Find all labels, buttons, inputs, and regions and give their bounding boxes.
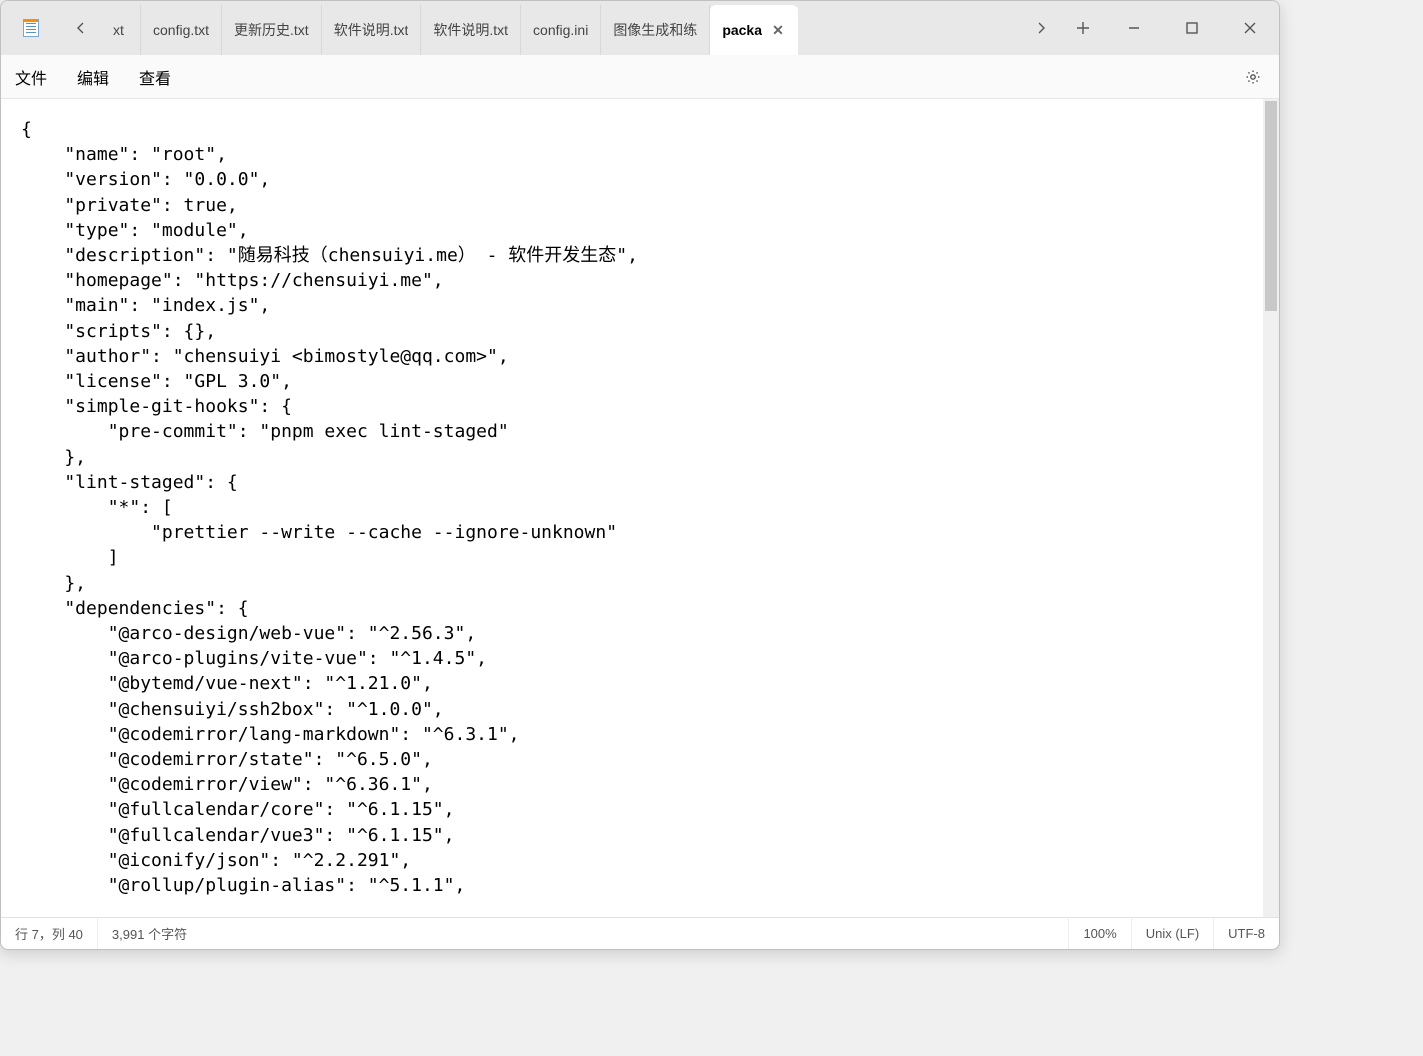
tab-label: 更新历史.txt: [234, 20, 309, 40]
tab-scroll-right[interactable]: [1021, 1, 1061, 55]
chevron-left-icon: [73, 20, 89, 36]
tab-item[interactable]: 更新历史.txt: [222, 5, 322, 55]
new-tab-button[interactable]: [1061, 1, 1105, 55]
close-icon: [1242, 20, 1258, 36]
status-chars[interactable]: 3,991 个字符: [98, 918, 201, 949]
tab-item-active[interactable]: packa ✕: [710, 5, 798, 55]
status-zoom[interactable]: 100%: [1068, 918, 1131, 949]
tab-label: 软件说明.txt: [334, 20, 409, 40]
tab-item[interactable]: 软件说明.txt: [421, 5, 521, 55]
app-icon: [1, 1, 61, 55]
chevron-right-icon: [1033, 20, 1049, 36]
tab-item[interactable]: config.ini: [521, 5, 601, 55]
tab-scroll-left[interactable]: [61, 1, 101, 55]
tab-strip: xt config.txt 更新历史.txt 软件说明.txt 软件说明.txt…: [101, 1, 1021, 55]
tab-label: 软件说明.txt: [433, 20, 508, 40]
tab-item[interactable]: 图像生成和练: [601, 5, 710, 55]
editor-area: { "name": "root", "version": "0.0.0", "p…: [1, 99, 1279, 917]
maximize-icon: [1184, 20, 1200, 36]
menubar: 文件 编辑 查看: [1, 55, 1279, 99]
settings-button[interactable]: [1241, 69, 1265, 85]
status-eol[interactable]: Unix (LF): [1132, 918, 1214, 949]
scrollbar-thumb[interactable]: [1265, 101, 1277, 311]
menu-edit[interactable]: 编辑: [77, 65, 109, 89]
status-encoding[interactable]: UTF-8: [1214, 918, 1279, 949]
tab-label: config.txt: [153, 22, 209, 38]
tab-item[interactable]: xt: [101, 5, 141, 55]
scrollbar-vertical[interactable]: [1263, 99, 1279, 917]
minimize-icon: [1126, 20, 1142, 36]
tab-label: 图像生成和练: [613, 20, 697, 40]
status-position[interactable]: 行 7，列 40: [1, 918, 98, 949]
text-editor[interactable]: { "name": "root", "version": "0.0.0", "p…: [1, 99, 1263, 917]
tab-item[interactable]: 软件说明.txt: [322, 5, 422, 55]
maximize-button[interactable]: [1163, 1, 1221, 55]
statusbar: 行 7，列 40 3,991 个字符 100% Unix (LF) UTF-8: [1, 917, 1279, 949]
close-button[interactable]: [1221, 1, 1279, 55]
tab-label: packa: [722, 22, 762, 38]
window-controls: [1105, 1, 1279, 55]
plus-icon: [1075, 20, 1091, 36]
titlebar: xt config.txt 更新历史.txt 软件说明.txt 软件说明.txt…: [1, 1, 1279, 55]
minimize-button[interactable]: [1105, 1, 1163, 55]
tab-item[interactable]: config.txt: [141, 5, 222, 55]
gear-icon: [1245, 69, 1261, 85]
menu-view[interactable]: 查看: [139, 65, 171, 89]
menu-file[interactable]: 文件: [15, 65, 47, 89]
close-icon[interactable]: ✕: [770, 22, 786, 39]
app-window: xt config.txt 更新历史.txt 软件说明.txt 软件说明.txt…: [0, 0, 1280, 950]
tab-label: xt: [113, 22, 124, 38]
tab-label: config.ini: [533, 22, 588, 38]
